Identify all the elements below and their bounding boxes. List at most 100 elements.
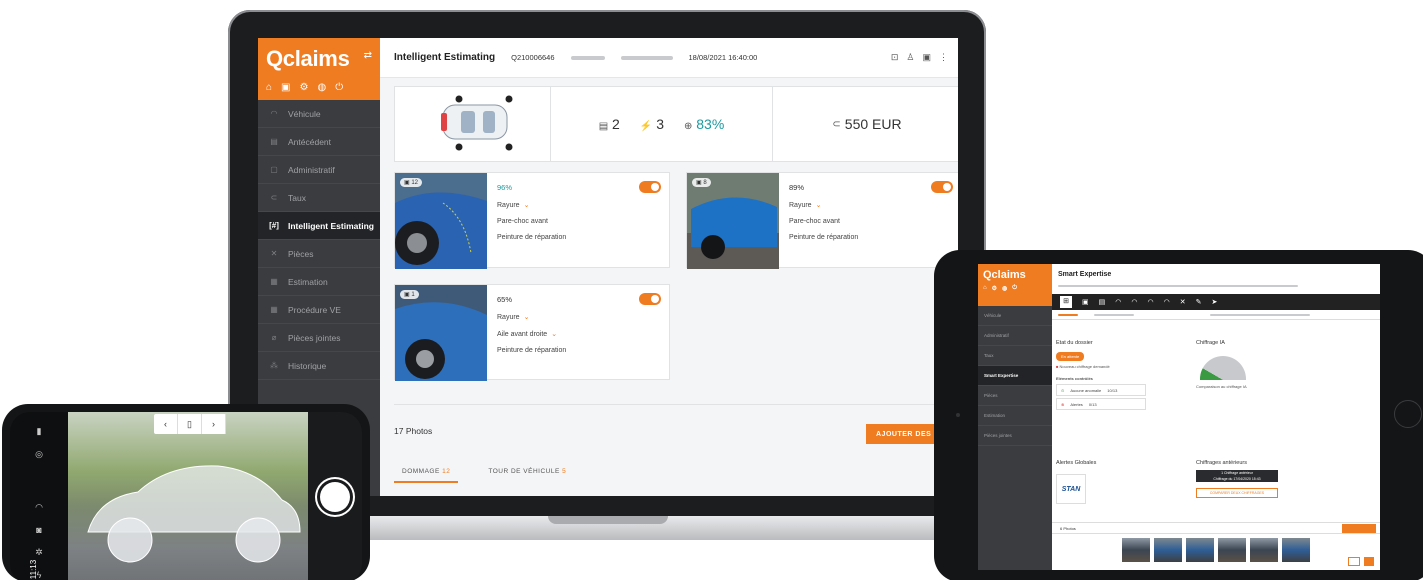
no-anomaly-row[interactable]: ⊙ Aucune anomalie 10/13 (1056, 384, 1146, 396)
sidebar-item-label: Véhicule (288, 108, 321, 119)
lightning-icon: ⚡ (639, 121, 653, 132)
tab-dommage[interactable]: DOMMAGE 12 (394, 462, 459, 483)
sidebar-item-pieces[interactable]: ✕ Pièces (258, 240, 380, 268)
sidebar-item-taux[interactable]: Taux (978, 346, 1052, 366)
car-overlay-photo (87, 465, 301, 563)
photo-nav: ‹ ▯ › (154, 414, 226, 434)
divider (394, 404, 958, 405)
collapse-icon[interactable]: ⇄ (364, 50, 372, 61)
flash-icon[interactable]: ▮ (37, 426, 42, 437)
part-select[interactable]: Aile avant droite ⌄ (497, 330, 566, 338)
primary-action-button[interactable] (1364, 557, 1374, 566)
tablet-home-button[interactable] (1394, 400, 1422, 428)
user-icon[interactable]: ♙ (906, 52, 914, 63)
chevron-down-icon: ⌄ (523, 202, 530, 209)
alerts-row[interactable]: ⊗ Alertes 0/13 (1056, 398, 1146, 410)
camera-viewfinder[interactable]: ‹ ▯ › (68, 412, 308, 580)
sidebar-item-administratif[interactable]: Administratif (978, 326, 1052, 346)
damage-photo[interactable]: ▣ 12 (395, 173, 487, 269)
sidebar-item-estimation[interactable]: Estimation (978, 406, 1052, 426)
sidebar-header: Qclaims ⇄ ⌂ ▣ ⚙ ◍ ⏻ (258, 38, 380, 100)
globe-icon[interactable]: ◍ (1002, 285, 1007, 292)
settings-icon[interactable]: ⚙ (300, 82, 309, 93)
sidebar-item-procedure-ve[interactable]: ▦ Procédure VE (258, 296, 380, 324)
globe-icon[interactable]: ◍ (317, 82, 326, 93)
sidebar-item-pieces-jointes[interactable]: ⌀ Pièces jointes (258, 324, 380, 352)
car-side-icon[interactable]: ▯ (178, 414, 202, 434)
photos-bar: 6 Photos (1052, 522, 1380, 534)
timer-icon[interactable]: ◎ (35, 449, 43, 460)
damage-type-select[interactable]: Rayure ⌄ (497, 313, 566, 321)
photo-thumbnail[interactable] (1186, 538, 1214, 562)
toolbar-car-icon[interactable]: ◠ (1147, 298, 1153, 306)
redacted-field (570, 55, 605, 60)
toolbar-tools-icon[interactable]: ✕ (1180, 298, 1186, 306)
secondary-action-button[interactable] (1348, 557, 1360, 566)
toolbar-photo-icon[interactable]: ▣ (1082, 298, 1089, 306)
toolbar-send-icon[interactable]: ➤ (1211, 298, 1217, 306)
chat-icon[interactable]: ⊡ (891, 52, 899, 63)
previous-estimate-box[interactable]: 1 Chiffrage antérieur Chiffrage du 17/04/… (1196, 470, 1278, 482)
toolbar-car-icon[interactable]: ◠ (1131, 298, 1137, 306)
damage-toggle[interactable] (931, 181, 953, 193)
compare-estimates-button[interactable]: COMPARER DEUX CHIFFRAGES (1196, 488, 1278, 498)
toolbar-car-icon[interactable]: ◠ (1115, 298, 1121, 306)
damage-photo[interactable]: ▣ 1 (395, 285, 487, 381)
more-icon[interactable]: ⋮ (939, 52, 948, 63)
photo-thumbnail[interactable] (1250, 538, 1278, 562)
sidebar-item-administratif[interactable]: ▢ Administratif (258, 156, 380, 184)
sidebar-item-vehicule[interactable]: ◠ Véhicule (258, 100, 380, 128)
damage-card[interactable]: ▣ 12 96% Rayure ⌄ Pare-choc avant Peintur… (394, 172, 670, 269)
damage-card[interactable]: ▣ 1 65% Rayure ⌄ Aile avant droite ⌄ Peint… (394, 284, 670, 381)
damage-photo[interactable]: ▣ 8 (687, 173, 779, 269)
stan-logo: STAN (1056, 474, 1086, 504)
prev-icon[interactable]: ‹ (154, 414, 178, 434)
toolbar-edit-icon[interactable]: ✎ (1196, 298, 1202, 306)
sidebar-quick-icons: ⌂ ⚙ ◍ ⏻ (983, 285, 1047, 292)
car-damage-diagram[interactable] (395, 87, 551, 161)
sidebar-item-pieces-jointes[interactable]: Pièces jointes (978, 426, 1052, 446)
sidebar-item-historique[interactable]: ⁂ Historique (258, 352, 380, 380)
sidebar-item-vehicule[interactable]: Véhicule (978, 306, 1052, 326)
photo-thumbnail[interactable] (1122, 538, 1150, 562)
car-icon[interactable]: ◠ (35, 502, 43, 513)
shutter-button[interactable] (320, 482, 350, 512)
damage-type-select[interactable]: Rayure ⌄ (497, 201, 566, 209)
sidebar-item-taux[interactable]: ⊂ Taux (258, 184, 380, 212)
tab-tour-vehicule[interactable]: TOUR DE VÉHICULE 5 (480, 462, 574, 483)
damage-card[interactable]: ▣ 8 89% Rayure ⌄ Pare-choc avant Peinture… (686, 172, 958, 269)
repair-operation: Peinture de réparation (789, 234, 859, 241)
repair-operation: Peinture de réparation (497, 347, 567, 354)
damage-toggle[interactable] (639, 181, 661, 193)
settings-icon[interactable]: ⚙ (992, 285, 997, 292)
photos-action-button[interactable] (1342, 524, 1376, 533)
photo-thumbnail[interactable] (1218, 538, 1246, 562)
shutter-panel (308, 412, 362, 580)
save-icon[interactable]: ▣ (922, 52, 931, 63)
sidebar-item-pieces[interactable]: Pièces (978, 386, 1052, 406)
price-total: ⊂ 550 EUR (832, 116, 902, 132)
tablet-screen: Qclaims ⌂ ⚙ ◍ ⏻ Véhicule Administratif T… (978, 264, 1380, 570)
tablet-meta-bar (1052, 310, 1380, 320)
power-icon[interactable]: ⏻ (335, 82, 343, 93)
sidebar-item-intelligent-estimating[interactable]: [#] Intelligent Estimating (258, 212, 380, 240)
sidebar-item-antecedent[interactable]: ▤ Antécédent (258, 128, 380, 156)
tablet-icon[interactable]: ▣ (281, 82, 290, 93)
home-icon[interactable]: ⌂ (983, 285, 987, 292)
next-icon[interactable]: › (202, 414, 226, 434)
toolbar-car-icon[interactable]: ◠ (1164, 298, 1170, 306)
photo-thumbnail[interactable] (1154, 538, 1182, 562)
toolbar-home-icon[interactable]: ⊞ (1060, 296, 1072, 308)
ai-bracket-icon: [#] (269, 221, 279, 230)
sidebar-item-estimation[interactable]: ▦ Estimation (258, 268, 380, 296)
toolbar-doc-icon[interactable]: ▤ (1099, 298, 1106, 306)
camera-icon[interactable]: ◙ (36, 525, 41, 535)
damage-type-select[interactable]: Rayure ⌄ (789, 201, 858, 209)
home-icon[interactable]: ⌂ (266, 82, 272, 93)
power-icon[interactable]: ⏻ (1012, 285, 1017, 292)
damage-toggle[interactable] (639, 293, 661, 305)
tablet-main: Smart Expertise ⊞ ▣ ▤ ◠ ◠ ◠ ◠ ✕ ✎ ➤ Etat… (1052, 264, 1380, 570)
photo-thumbnail[interactable] (1282, 538, 1310, 562)
sidebar-item-smart-expertise[interactable]: Smart Expertise (978, 366, 1052, 386)
brightness-icon[interactable]: ✲ (35, 547, 43, 558)
